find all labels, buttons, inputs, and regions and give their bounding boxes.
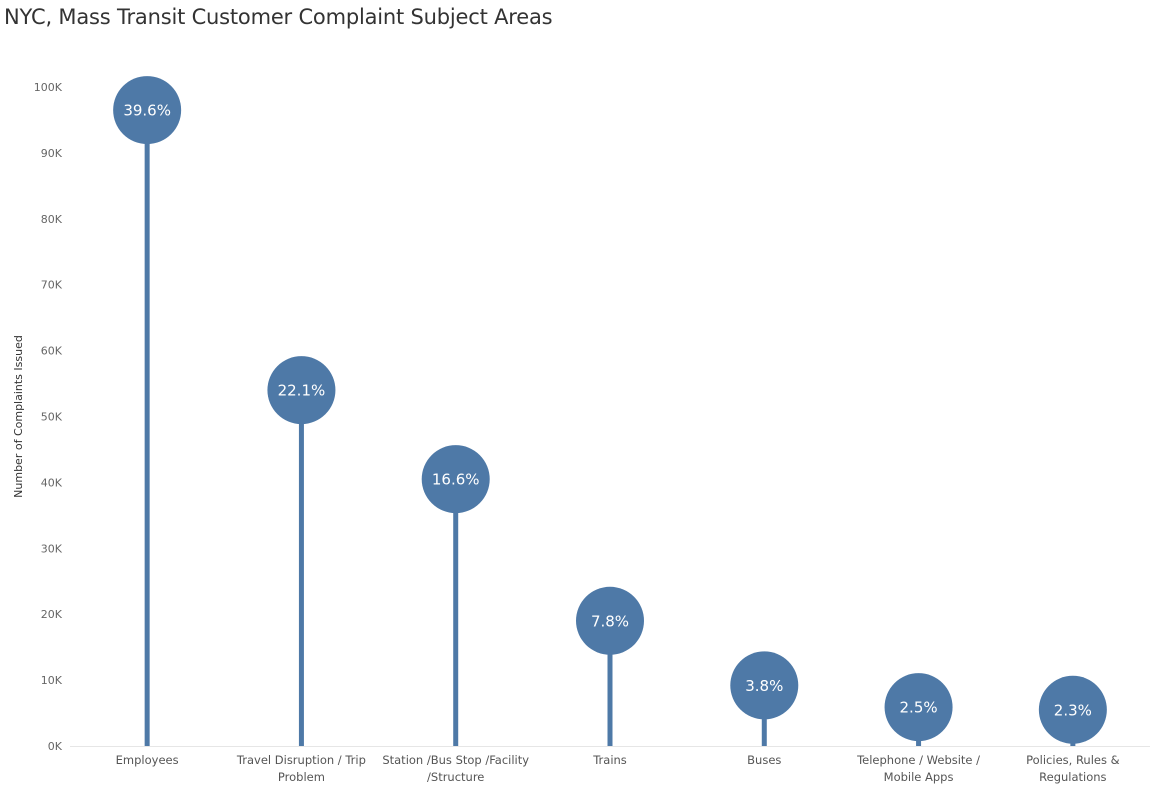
x-category-label: Telephone / Website / Mobile Apps xyxy=(856,753,980,784)
x-category-label: Travel Disruption / Trip Problem xyxy=(236,753,366,784)
y-tick-label: 80K xyxy=(41,213,63,226)
y-tick-label: 50K xyxy=(41,411,63,424)
y-tick-label: 100K xyxy=(34,81,63,94)
x-category-label: Policies, Rules & Regulations xyxy=(1026,753,1120,784)
y-axis-ticks: 0K 10K 20K 30K 40K 50K 60K 70K 80K 90K 100K xyxy=(34,81,63,753)
x-axis-labels: Employees Travel Disruption / Trip Problem… xyxy=(116,753,1120,784)
x-category-label: Employees xyxy=(116,753,179,767)
data-label: 22.1% xyxy=(278,382,326,400)
y-tick-label: 70K xyxy=(41,279,63,292)
data-label: 2.5% xyxy=(900,699,938,717)
y-tick-label: 0K xyxy=(48,740,63,753)
lollipop-chart: 0K 10K 20K 30K 40K 50K 60K 70K 80K 90K 100K 39.6% 2… xyxy=(12,76,1150,784)
y-tick-label: 60K xyxy=(41,345,63,358)
y-tick-label: 10K xyxy=(41,674,63,687)
x-category-label: Buses xyxy=(747,753,781,767)
data-label: 16.6% xyxy=(432,471,480,489)
x-category-label: Trains xyxy=(592,753,627,767)
data-label: 39.6% xyxy=(123,102,171,120)
y-tick-label: 30K xyxy=(41,542,63,555)
x-category-label: Station /Bus Stop /Facility/Structure xyxy=(382,753,529,784)
data-label: 7.8% xyxy=(591,612,629,630)
y-tick-label: 20K xyxy=(41,608,63,621)
y-axis-title: Number of Complaints Issued xyxy=(12,335,25,498)
data-label: 3.8% xyxy=(745,677,783,695)
lollipop-series: 39.6% 22.1% 16.6% 7.8% 3.8% 2.5% 2.3% xyxy=(113,76,1107,746)
y-tick-label: 40K xyxy=(41,476,63,489)
data-label: 2.3% xyxy=(1054,701,1092,719)
y-tick-label: 90K xyxy=(41,147,63,160)
